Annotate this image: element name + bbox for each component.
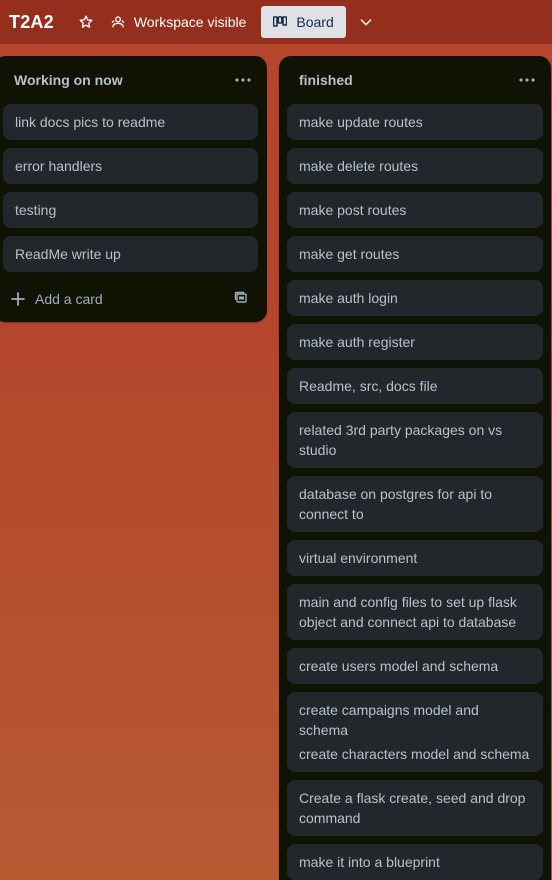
card[interactable]: ReadMe write up bbox=[3, 236, 258, 272]
card[interactable]: make auth login bbox=[287, 280, 543, 316]
card[interactable]: Readme, src, docs file bbox=[287, 368, 543, 404]
card[interactable]: create users model and schema bbox=[287, 648, 543, 684]
card[interactable]: database on postgres for api to connect … bbox=[287, 476, 543, 532]
template-icon bbox=[234, 291, 247, 303]
card[interactable]: link docs pics to readme bbox=[3, 104, 258, 140]
board-header: T2A2 Workspace visible Board bbox=[0, 0, 552, 44]
visibility-label: Workspace visible bbox=[133, 14, 247, 30]
board-view-button[interactable]: Board bbox=[261, 6, 346, 38]
ellipsis-icon bbox=[235, 78, 251, 82]
plus-icon bbox=[11, 292, 25, 306]
card[interactable]: make delete routes bbox=[287, 148, 543, 184]
board-icon bbox=[273, 16, 288, 27]
list-finished: finished make update routes make delete … bbox=[279, 56, 551, 880]
card[interactable]: make get routes bbox=[287, 236, 543, 272]
star-button[interactable] bbox=[72, 8, 100, 36]
list-header: Working on now bbox=[0, 56, 267, 104]
card[interactable]: make update routes bbox=[287, 104, 543, 140]
list-menu-button[interactable] bbox=[511, 64, 543, 96]
board-title[interactable]: T2A2 bbox=[9, 12, 54, 33]
ellipsis-icon bbox=[519, 78, 535, 82]
card[interactable]: make post routes bbox=[287, 192, 543, 228]
list-menu-button[interactable] bbox=[227, 64, 259, 96]
card[interactable]: error handlers bbox=[3, 148, 258, 184]
list-header: finished bbox=[279, 56, 551, 104]
create-from-template-button[interactable] bbox=[234, 291, 248, 308]
add-card-button[interactable]: Add a card bbox=[3, 291, 103, 307]
add-card-row: Add a card bbox=[3, 286, 258, 312]
add-card-label: Add a card bbox=[35, 291, 103, 307]
list-working-on-now: Working on now link docs pics to readme … bbox=[0, 56, 267, 322]
card[interactable]: Create a flask create, seed and drop com… bbox=[287, 780, 543, 836]
card[interactable]: virtual environment bbox=[287, 540, 543, 576]
board-view-label: Board bbox=[296, 14, 334, 30]
card[interactable]: make auth register bbox=[287, 324, 543, 360]
chevron-down-icon bbox=[360, 19, 372, 26]
card[interactable]: testing bbox=[3, 192, 258, 228]
visibility-button[interactable]: Workspace visible bbox=[110, 14, 247, 30]
view-switcher-button[interactable] bbox=[351, 7, 381, 37]
star-icon bbox=[79, 15, 93, 28]
card[interactable]: related 3rd party packages on vs studio bbox=[287, 412, 543, 468]
card[interactable]: make it into a blueprint bbox=[287, 844, 543, 880]
card[interactable]: create characters model and schema bbox=[287, 736, 543, 772]
people-icon bbox=[111, 16, 125, 28]
card[interactable]: main and config files to set up flask ob… bbox=[287, 584, 543, 640]
list-title[interactable]: finished bbox=[299, 72, 353, 88]
list-title[interactable]: Working on now bbox=[14, 72, 123, 88]
